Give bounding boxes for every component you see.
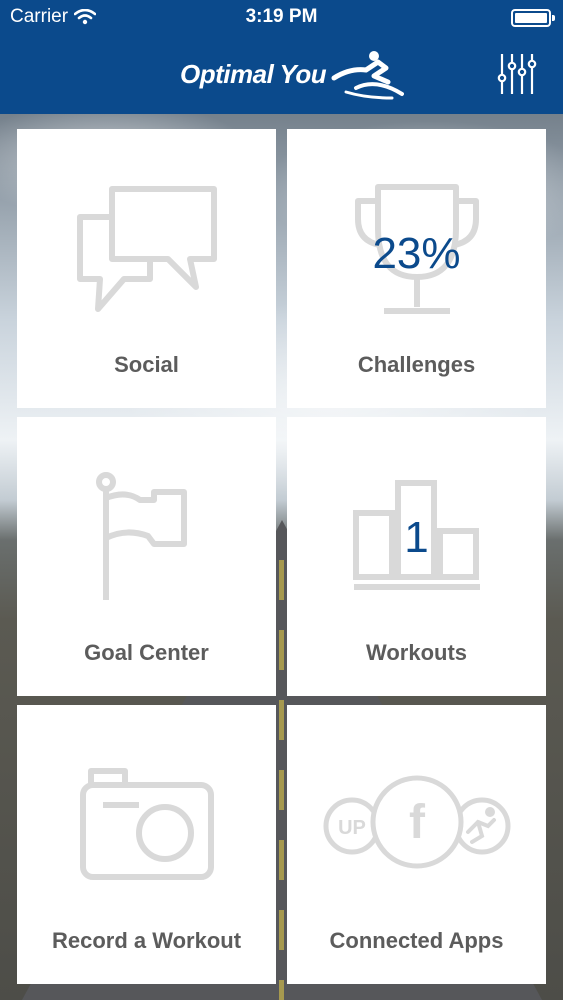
tile-social[interactable]: Social (17, 129, 276, 408)
challenge-progress-value: 23% (372, 229, 461, 278)
status-time: 3:19 PM (245, 6, 318, 27)
dashboard-grid: Social 23% Challenges Goal Center 1 Work… (17, 129, 546, 984)
tile-label: Social (114, 352, 179, 377)
tile-label: Record a Workout (51, 928, 242, 953)
battery-icon (511, 9, 555, 27)
tile-label: Connected Apps (329, 928, 504, 953)
tile-workouts[interactable]: 1 Workouts (287, 417, 546, 696)
up-app-label: UP (338, 817, 366, 839)
runner-logo-icon (331, 51, 405, 100)
chat-bubbles-icon (17, 159, 276, 339)
flag-icon (17, 447, 276, 627)
status-bar: Carrier 3:19 PM (0, 0, 563, 36)
tile-goal-center[interactable]: Goal Center (17, 417, 276, 696)
logo-text: Optimal You (180, 58, 327, 89)
app-header: Carrier 3:19 PM Optimal You (0, 0, 563, 114)
tile-record-workout[interactable]: Record a Workout (17, 705, 276, 984)
facebook-app-label: f (409, 796, 426, 849)
tile-challenges[interactable]: 23% Challenges (287, 129, 546, 408)
tile-label: Goal Center (84, 640, 209, 665)
app-logo: Optimal You (180, 48, 405, 100)
sliders-icon[interactable] (497, 52, 537, 96)
tile-label: Challenges (357, 352, 476, 377)
nav-bar: Optimal You (0, 36, 563, 114)
tile-label: Workouts (365, 640, 468, 665)
workouts-count-value: 1 (404, 513, 429, 562)
tile-connected-apps[interactable]: UP f Connected Apps (287, 705, 546, 984)
connected-apps-icon: UP f (287, 735, 546, 915)
camera-icon (17, 735, 276, 915)
